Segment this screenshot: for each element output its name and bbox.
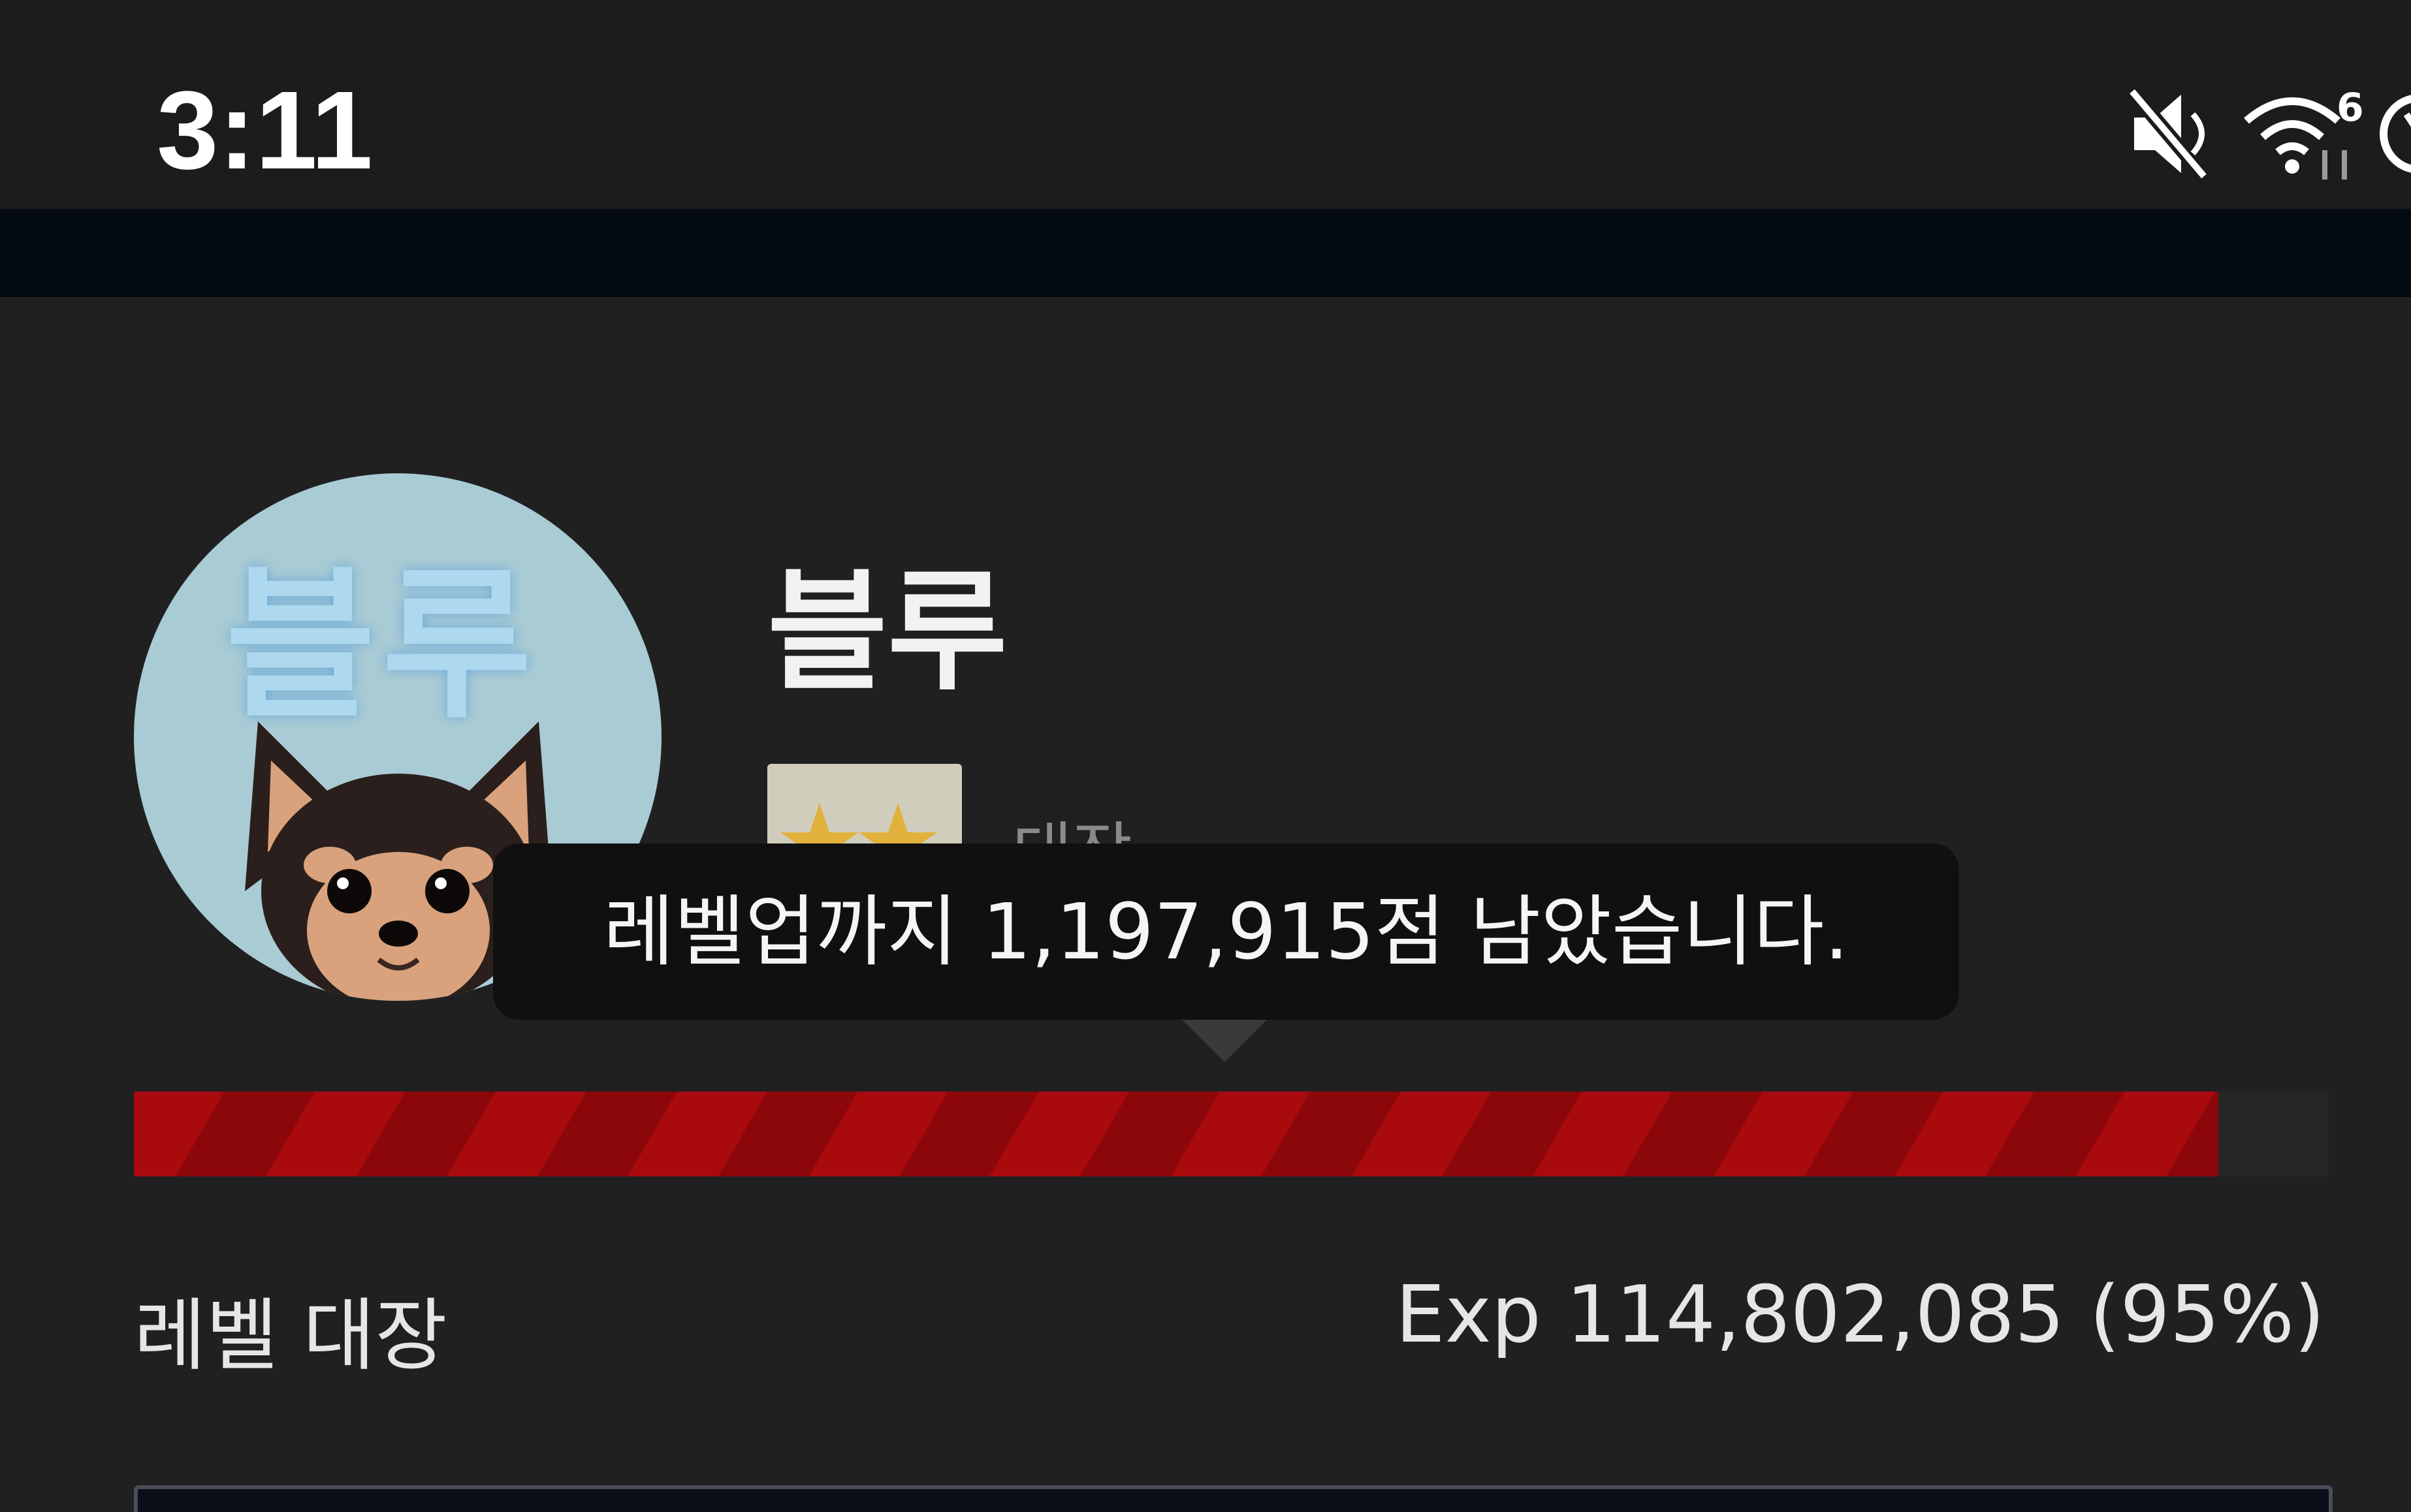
exp-progress-bar[interactable]	[134, 1092, 2328, 1176]
status-icons: 6	[2129, 85, 2411, 183]
mute-icon	[2129, 86, 2210, 181]
tooltip-text: 레벨업까지 1,197,915점 남았습니다.	[603, 887, 1849, 977]
profile-name: 블루	[767, 556, 1008, 708]
level-label: 레벨 대장	[134, 1291, 447, 1381]
status-bar: 3:11 6	[0, 0, 2411, 209]
level-up-tooltip: 레벨업까지 1,197,915점 남았습니다.	[493, 843, 1959, 1020]
wifi-generation-label: 6	[2337, 85, 2364, 131]
alarm-icon	[2380, 95, 2411, 173]
tooltip-arrow	[1182, 1020, 1267, 1062]
status-time: 3:11	[157, 69, 373, 193]
bottom-panel	[134, 1485, 2333, 1512]
exp-label: Exp 114,802,085 (95%)	[1395, 1270, 2325, 1361]
exp-progress-fill	[134, 1092, 2218, 1176]
header-strip	[0, 209, 2411, 297]
profile-screen: 3:11 6 블루 블루 레벨업까지 1,197,915점 남았습니다. 레벨 …	[0, 0, 2411, 1512]
